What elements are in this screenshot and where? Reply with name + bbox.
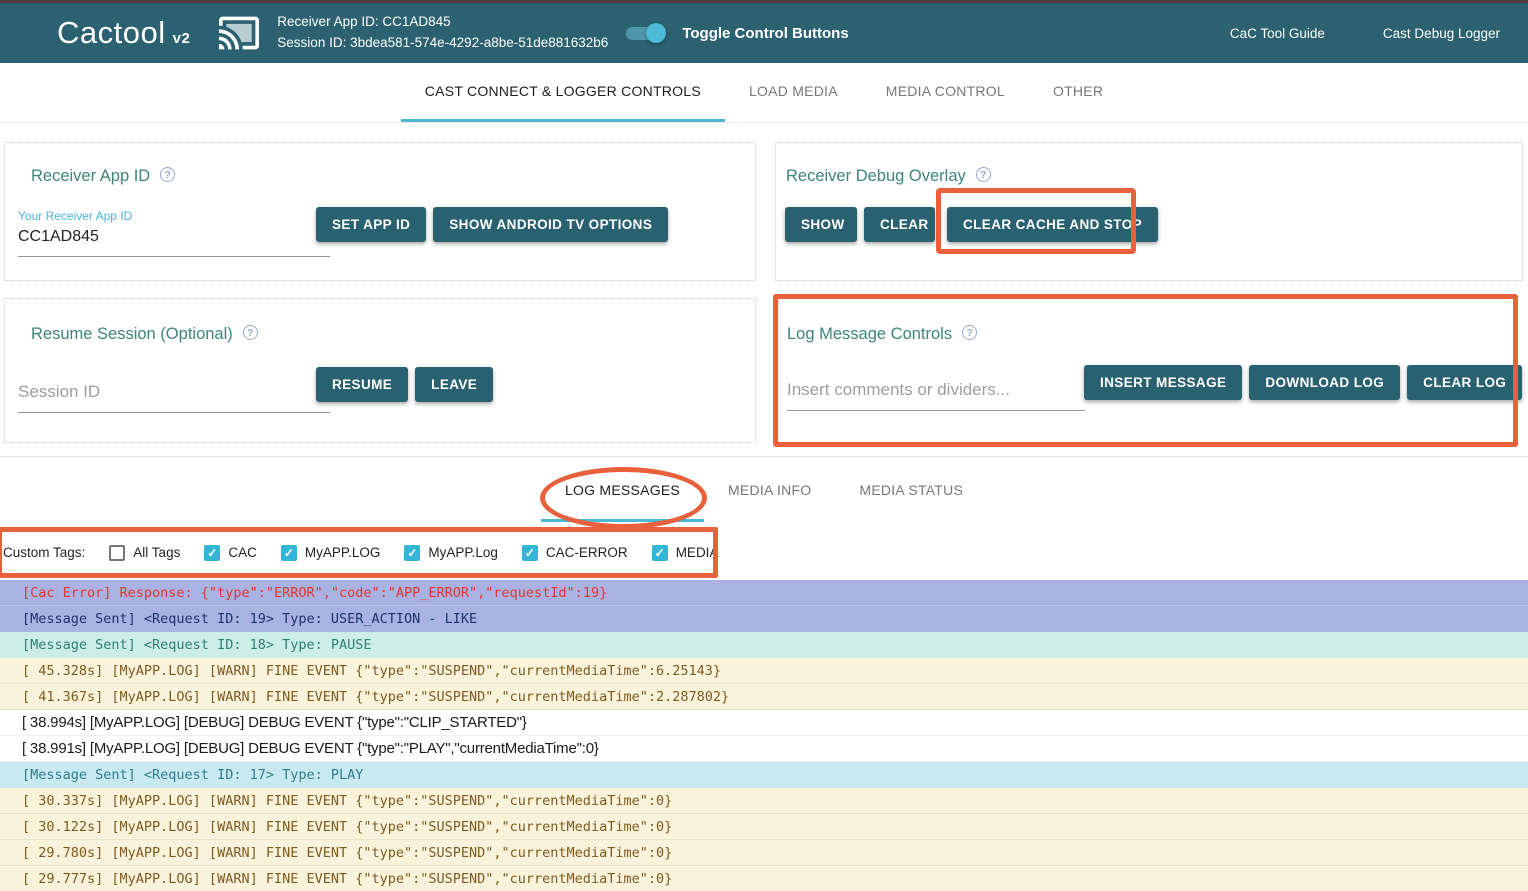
tab-media-control[interactable]: MEDIA CONTROL — [862, 63, 1029, 122]
receiver-debug-overlay-panel: Receiver Debug Overlay? SHOW CLEAR CLEAR… — [775, 142, 1523, 281]
cast-icon — [216, 13, 262, 53]
header-nav: CaC Tool Guide Cast Debug Logger — [1230, 26, 1500, 41]
resume-session-buttons: RESUME LEAVE — [316, 367, 493, 402]
resume-session-panel: Resume Session (Optional)? RESUME LEAVE — [4, 298, 756, 443]
receiver-app-id-text: Receiver App ID: CC1AD845 — [277, 12, 608, 33]
show-overlay-button[interactable]: SHOW — [785, 207, 857, 242]
leave-button[interactable]: LEAVE — [415, 367, 493, 402]
checkbox-checked-icon[interactable]: ✓ — [204, 545, 220, 561]
resume-button[interactable]: RESUME — [316, 367, 408, 402]
log-row[interactable]: [Message Sent] <Request ID: 17> Type: PL… — [0, 762, 1528, 788]
app-header: Cactool v2 Receiver App ID: CC1AD845 Sess… — [0, 3, 1528, 63]
receiver-debug-overlay-title-text: Receiver Debug Overlay — [786, 167, 966, 185]
set-app-id-button[interactable]: SET APP ID — [316, 207, 426, 242]
checkbox-checked-icon[interactable]: ✓ — [522, 545, 538, 561]
tab-media-info[interactable]: MEDIA INFO — [704, 460, 835, 522]
help-icon[interactable]: ? — [160, 167, 175, 182]
main-tab-bar: CAST CONNECT & LOGGER CONTROLS LOAD MEDI… — [0, 63, 1528, 123]
cast-debug-logger-link[interactable]: Cast Debug Logger — [1383, 26, 1500, 41]
log-message-controls-title: Log Message Controls? — [787, 325, 977, 344]
tag-label: CAC — [228, 545, 257, 560]
log-comment-field — [787, 377, 1085, 411]
log-row[interactable]: [ 41.367s] [MyAPP.LOG] [WARN] FINE EVENT… — [0, 684, 1528, 710]
checkbox-checked-icon[interactable]: ✓ — [404, 545, 420, 561]
cactool-app: Cactool v2 Receiver App ID: CC1AD845 Sess… — [0, 0, 1528, 891]
custom-tags-row: Custom Tags: All Tags ✓ CAC ✓ MyAPP.LOG … — [0, 527, 718, 578]
log-tab-bar: LOG MESSAGES MEDIA INFO MEDIA STATUS — [0, 460, 1528, 522]
log-row[interactable]: [ 29.777s] [MyAPP.LOG] [WARN] FINE EVENT… — [0, 866, 1528, 891]
log-message-list: [Cac Error] Response: {"type":"ERROR","c… — [0, 580, 1528, 891]
checkbox-checked-icon[interactable]: ✓ — [652, 545, 668, 561]
help-icon[interactable]: ? — [962, 325, 977, 340]
tag-label: All Tags — [133, 545, 180, 560]
receiver-app-id-title-text: Receiver App ID — [31, 167, 150, 185]
receiver-app-id-input-label: Your Receiver App ID — [18, 209, 330, 223]
tag-media[interactable]: ✓ MEDIA — [652, 545, 719, 561]
log-row[interactable]: [ 30.122s] [MyAPP.LOG] [WARN] FINE EVENT… — [0, 814, 1528, 840]
log-row[interactable]: [Message Sent] <Request ID: 19> Type: US… — [0, 606, 1528, 632]
receiver-app-id-field: Your Receiver App ID — [18, 209, 330, 257]
toggle-label: Toggle Control Buttons — [682, 25, 848, 42]
tag-all-tags[interactable]: All Tags — [109, 545, 180, 561]
help-icon[interactable]: ? — [243, 325, 258, 340]
tag-cac-error[interactable]: ✓ CAC-ERROR — [522, 545, 628, 561]
log-row[interactable]: [ 45.328s] [MyAPP.LOG] [WARN] FINE EVENT… — [0, 658, 1528, 684]
show-android-tv-options-button[interactable]: SHOW ANDROID TV OPTIONS — [433, 207, 668, 242]
checkbox-checked-icon[interactable]: ✓ — [281, 545, 297, 561]
debug-overlay-buttons: SHOW CLEAR CLEAR CACHE AND STOP — [785, 207, 1158, 242]
control-buttons-toggle[interactable] — [626, 23, 664, 43]
session-id-field — [18, 379, 330, 413]
tab-load-media[interactable]: LOAD MEDIA — [725, 63, 862, 122]
download-log-button[interactable]: DOWNLOAD LOG — [1249, 365, 1400, 400]
tag-cac[interactable]: ✓ CAC — [204, 545, 257, 561]
clear-cache-and-stop-button[interactable]: CLEAR CACHE AND STOP — [947, 207, 1158, 242]
log-message-controls-title-text: Log Message Controls — [787, 325, 952, 343]
tab-other[interactable]: OTHER — [1029, 63, 1127, 122]
clear-log-button[interactable]: CLEAR LOG — [1407, 365, 1522, 400]
log-row[interactable]: [ 29.780s] [MyAPP.LOG] [WARN] FINE EVENT… — [0, 840, 1528, 866]
receiver-app-id-input[interactable] — [18, 225, 330, 257]
help-icon[interactable]: ? — [976, 167, 991, 182]
resume-session-title-text: Resume Session (Optional) — [31, 325, 233, 343]
app-title: Cactool v2 — [57, 15, 190, 51]
log-row[interactable]: [Message Sent] <Request ID: 18> Type: PA… — [0, 632, 1528, 658]
resume-session-title: Resume Session (Optional)? — [31, 325, 258, 344]
receiver-app-id-title: Receiver App ID? — [31, 167, 175, 186]
app-version: v2 — [173, 30, 191, 47]
log-controls-buttons: INSERT MESSAGE DOWNLOAD LOG CLEAR LOG — [1084, 365, 1522, 400]
log-row[interactable]: [Cac Error] Response: {"type":"ERROR","c… — [0, 580, 1528, 606]
log-message-controls-panel: Log Message Controls? INSERT MESSAGE DOW… — [778, 298, 1514, 444]
receiver-debug-overlay-title: Receiver Debug Overlay? — [786, 167, 991, 186]
clear-overlay-button[interactable]: CLEAR — [864, 207, 935, 242]
tab-log-messages[interactable]: LOG MESSAGES — [541, 460, 704, 522]
log-row[interactable]: [ 38.991s] [MyAPP.LOG] [DEBUG] DEBUG EVE… — [0, 736, 1528, 762]
log-row[interactable]: [ 38.994s] [MyAPP.LOG] [DEBUG] DEBUG EVE… — [0, 710, 1528, 736]
tag-myapp-log-upper[interactable]: ✓ MyAPP.LOG — [281, 545, 381, 561]
tag-label: MyAPP.Log — [428, 545, 498, 560]
tag-label: CAC-ERROR — [546, 545, 628, 560]
session-info: Receiver App ID: CC1AD845 Session ID: 3b… — [277, 12, 608, 54]
receiver-app-id-panel: Receiver App ID? Your Receiver App ID SE… — [4, 142, 756, 281]
log-row[interactable]: [ 30.337s] [MyAPP.LOG] [WARN] FINE EVENT… — [0, 788, 1528, 814]
tag-label: MyAPP.LOG — [305, 545, 381, 560]
checkbox-unchecked-icon[interactable] — [109, 545, 125, 561]
tab-media-status[interactable]: MEDIA STATUS — [835, 460, 987, 522]
receiver-app-id-buttons: SET APP ID SHOW ANDROID TV OPTIONS — [316, 207, 668, 242]
section-divider — [0, 456, 1528, 457]
session-id-text: Session ID: 3bdea581-574e-4292-a8be-51de… — [277, 33, 608, 54]
app-title-text: Cactool — [57, 15, 166, 50]
insert-message-button[interactable]: INSERT MESSAGE — [1084, 365, 1242, 400]
custom-tags-label: Custom Tags: — [3, 545, 85, 560]
tag-label: MEDIA — [676, 545, 719, 560]
log-comment-input[interactable] — [787, 377, 1085, 411]
toggle-thumb — [646, 23, 666, 43]
tab-cast-connect-logger-controls[interactable]: CAST CONNECT & LOGGER CONTROLS — [401, 63, 725, 122]
session-id-input[interactable] — [18, 379, 330, 413]
tag-myapp-log-mixed[interactable]: ✓ MyAPP.Log — [404, 545, 498, 561]
cac-tool-guide-link[interactable]: CaC Tool Guide — [1230, 26, 1325, 41]
